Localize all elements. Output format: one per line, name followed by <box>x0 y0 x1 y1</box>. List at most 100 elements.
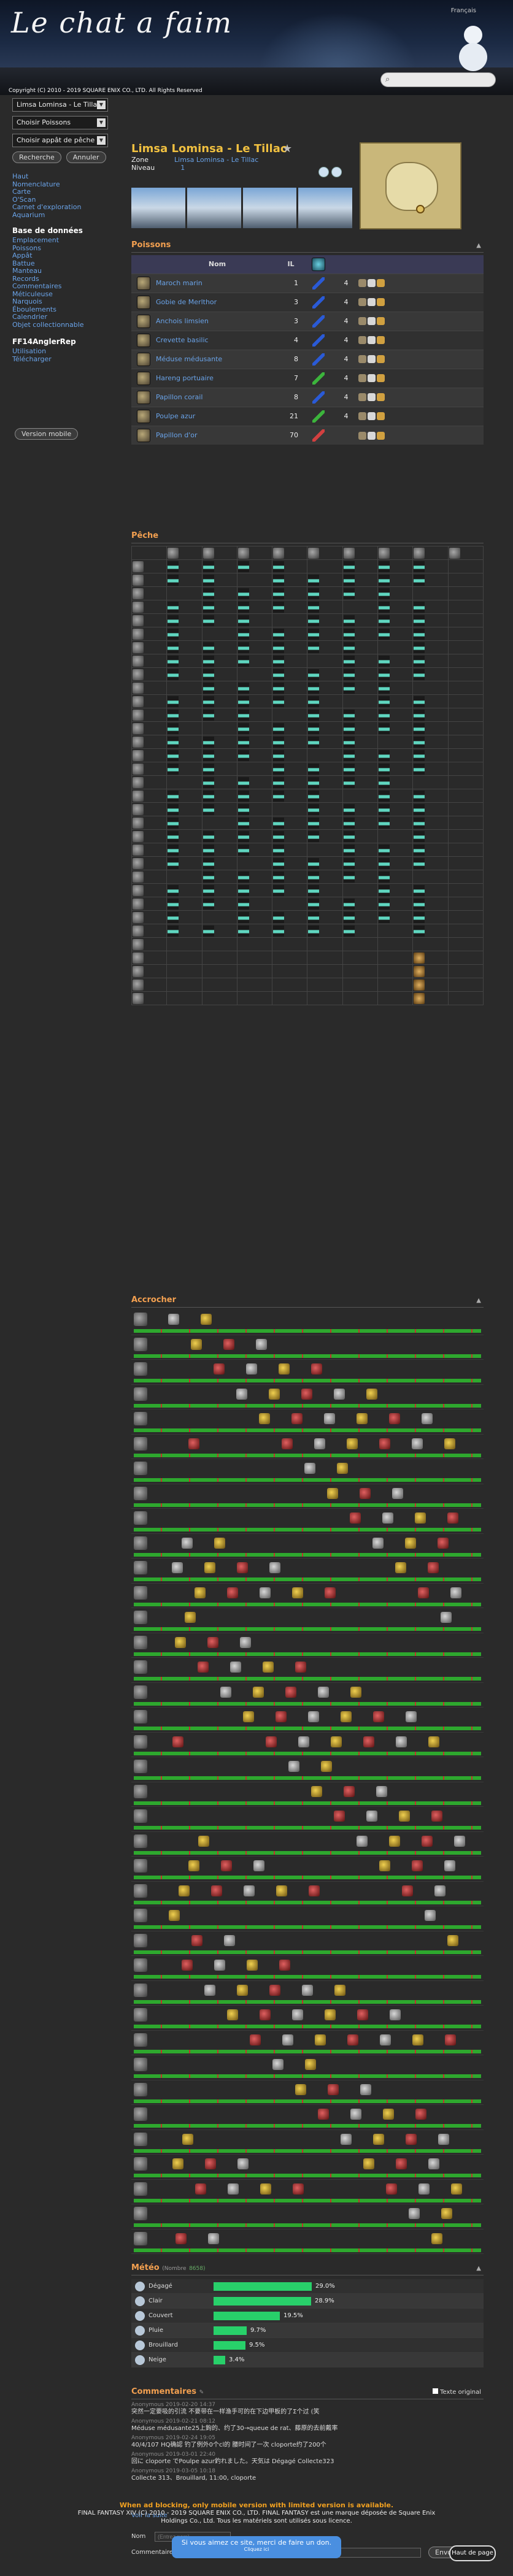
fish-tick-icon[interactable] <box>409 2208 420 2219</box>
bait-icon[interactable] <box>134 2107 147 2121</box>
fish-tick-icon[interactable] <box>179 1885 190 1896</box>
fish-tick-icon[interactable] <box>172 2158 183 2169</box>
bait-icon[interactable] <box>133 655 144 667</box>
fish-tick-icon[interactable] <box>195 2183 206 2195</box>
bait-icon[interactable] <box>134 2157 147 2171</box>
fish-tick-icon[interactable] <box>324 1413 335 1424</box>
fish-tick-icon[interactable] <box>412 1860 423 1871</box>
db-link[interactable]: Appât <box>12 251 110 260</box>
ff14-link[interactable]: Utilisation <box>12 347 110 356</box>
fish-tick-icon[interactable] <box>334 1388 345 1400</box>
bait-icon[interactable] <box>133 615 144 626</box>
fish-tick-icon[interactable] <box>383 2109 394 2120</box>
fish-icon[interactable] <box>137 390 150 404</box>
fish-tick-icon[interactable] <box>291 1413 303 1424</box>
back-to-top-button[interactable]: Haut de page <box>449 2545 496 2561</box>
fish-tick-icon[interactable] <box>422 1835 433 1847</box>
fish-tick-icon[interactable] <box>230 1662 241 1673</box>
bait-icon[interactable] <box>133 911 144 923</box>
fish-tick-icon[interactable] <box>392 1487 403 1499</box>
fish-tick-icon[interactable] <box>201 1314 212 1325</box>
fish-tick-icon[interactable] <box>191 1338 202 1350</box>
fish-tick-icon[interactable] <box>168 1314 179 1325</box>
fish-icon[interactable] <box>308 547 320 559</box>
bait-icon[interactable] <box>134 1337 147 1351</box>
bait-icon[interactable] <box>134 2132 147 2146</box>
fish-tick-icon[interactable] <box>360 1487 371 1499</box>
fish-tick-icon[interactable] <box>207 1636 218 1648</box>
bait-icon[interactable] <box>134 2008 147 2022</box>
bait-icon[interactable] <box>134 2231 147 2245</box>
fish-tick-icon[interactable] <box>390 2009 401 2020</box>
fish-tick-icon[interactable] <box>304 1463 315 1474</box>
fish-tick-icon[interactable] <box>292 2009 303 2020</box>
nav-link[interactable]: Haut <box>12 172 110 181</box>
zone-value[interactable]: Limsa Lominsa - Le Tillac <box>174 156 258 164</box>
fish-tick-icon[interactable] <box>244 1885 255 1896</box>
fish-icon[interactable] <box>449 547 460 559</box>
fish-tick-icon[interactable] <box>247 1960 258 1971</box>
fish-tick-icon[interactable] <box>204 1984 215 1996</box>
ff14-link[interactable]: Télécharger <box>12 355 110 364</box>
fish-tick-icon[interactable] <box>334 1811 345 1822</box>
fish-name[interactable]: Méduse médusante <box>156 355 222 363</box>
star-icon[interactable]: ★ <box>282 142 292 155</box>
bait-icon[interactable] <box>133 709 144 721</box>
fish-icon[interactable] <box>414 547 425 559</box>
fish-tick-icon[interactable] <box>447 1512 458 1524</box>
bait-icon[interactable] <box>133 696 144 707</box>
fish-tick-icon[interactable] <box>198 1835 209 1847</box>
weather-name[interactable]: Dégagé <box>148 2283 172 2290</box>
bait-icon[interactable] <box>134 1735 147 1749</box>
fish-tick-icon[interactable] <box>195 1587 206 1598</box>
bait-icon[interactable] <box>133 723 144 734</box>
fish-tick-icon[interactable] <box>224 1934 235 1946</box>
fish-tick-icon[interactable] <box>379 1860 390 1871</box>
fish-tick-icon[interactable] <box>372 1537 384 1549</box>
fish-tick-icon[interactable] <box>227 1587 238 1598</box>
fish-tick-icon[interactable] <box>269 1562 280 1573</box>
zone-photo[interactable] <box>298 188 352 228</box>
db-link[interactable]: Commentaires <box>12 282 110 291</box>
fish-name[interactable]: Hareng portuaire <box>156 374 214 382</box>
fish-tick-icon[interactable] <box>253 1686 264 1698</box>
bait-icon[interactable] <box>133 749 144 761</box>
bait-icon[interactable] <box>134 1784 147 1798</box>
bait-icon[interactable] <box>134 2082 147 2096</box>
fish-tick-icon[interactable] <box>451 2183 462 2195</box>
bait-icon[interactable] <box>134 1884 147 1898</box>
fish-tick-icon[interactable] <box>366 1811 377 1822</box>
bait-icon[interactable] <box>133 925 144 937</box>
fish-tick-icon[interactable] <box>450 1587 461 1598</box>
fish-tick-icon[interactable] <box>357 2009 368 2020</box>
mobile-version-button[interactable]: Version mobile <box>15 428 79 440</box>
bait-icon[interactable] <box>133 682 144 694</box>
fish-tick-icon[interactable] <box>363 1736 374 1747</box>
fish-icon[interactable] <box>137 276 150 290</box>
bait-select[interactable]: Choisir appât de pêche ▼ <box>12 134 108 147</box>
fish-tick-icon[interactable] <box>406 2133 417 2145</box>
bait-icon[interactable] <box>133 871 144 883</box>
fish-tick-icon[interactable] <box>428 1562 439 1573</box>
fish-tick-icon[interactable] <box>240 1636 251 1648</box>
fish-tick-icon[interactable] <box>389 1835 400 1847</box>
fish-icon[interactable] <box>273 547 285 559</box>
bait-icon[interactable] <box>134 1635 147 1649</box>
bait-icon[interactable] <box>134 1909 147 1922</box>
fish-tick-icon[interactable] <box>220 1686 231 1698</box>
fish-tick-icon[interactable] <box>337 1463 348 1474</box>
fish-tick-icon[interactable] <box>402 1885 413 1896</box>
fish-tick-icon[interactable] <box>176 2233 187 2244</box>
fish-tick-icon[interactable] <box>379 1438 390 1449</box>
bait-icon[interactable] <box>134 1760 147 1773</box>
bait-icon[interactable] <box>133 736 144 748</box>
bait-icon[interactable] <box>133 952 144 964</box>
bait-icon[interactable] <box>133 574 144 586</box>
fish-select[interactable]: Choisir Poissons ▼ <box>12 116 108 129</box>
fish-tick-icon[interactable] <box>341 2133 352 2145</box>
fish-name[interactable]: Anchois limsien <box>156 317 209 325</box>
nav-link[interactable]: Aquarium <box>12 211 110 220</box>
fish-name[interactable]: Poulpe azur <box>156 412 195 420</box>
fish-tick-icon[interactable] <box>250 2034 261 2045</box>
bait-icon[interactable] <box>133 763 144 775</box>
